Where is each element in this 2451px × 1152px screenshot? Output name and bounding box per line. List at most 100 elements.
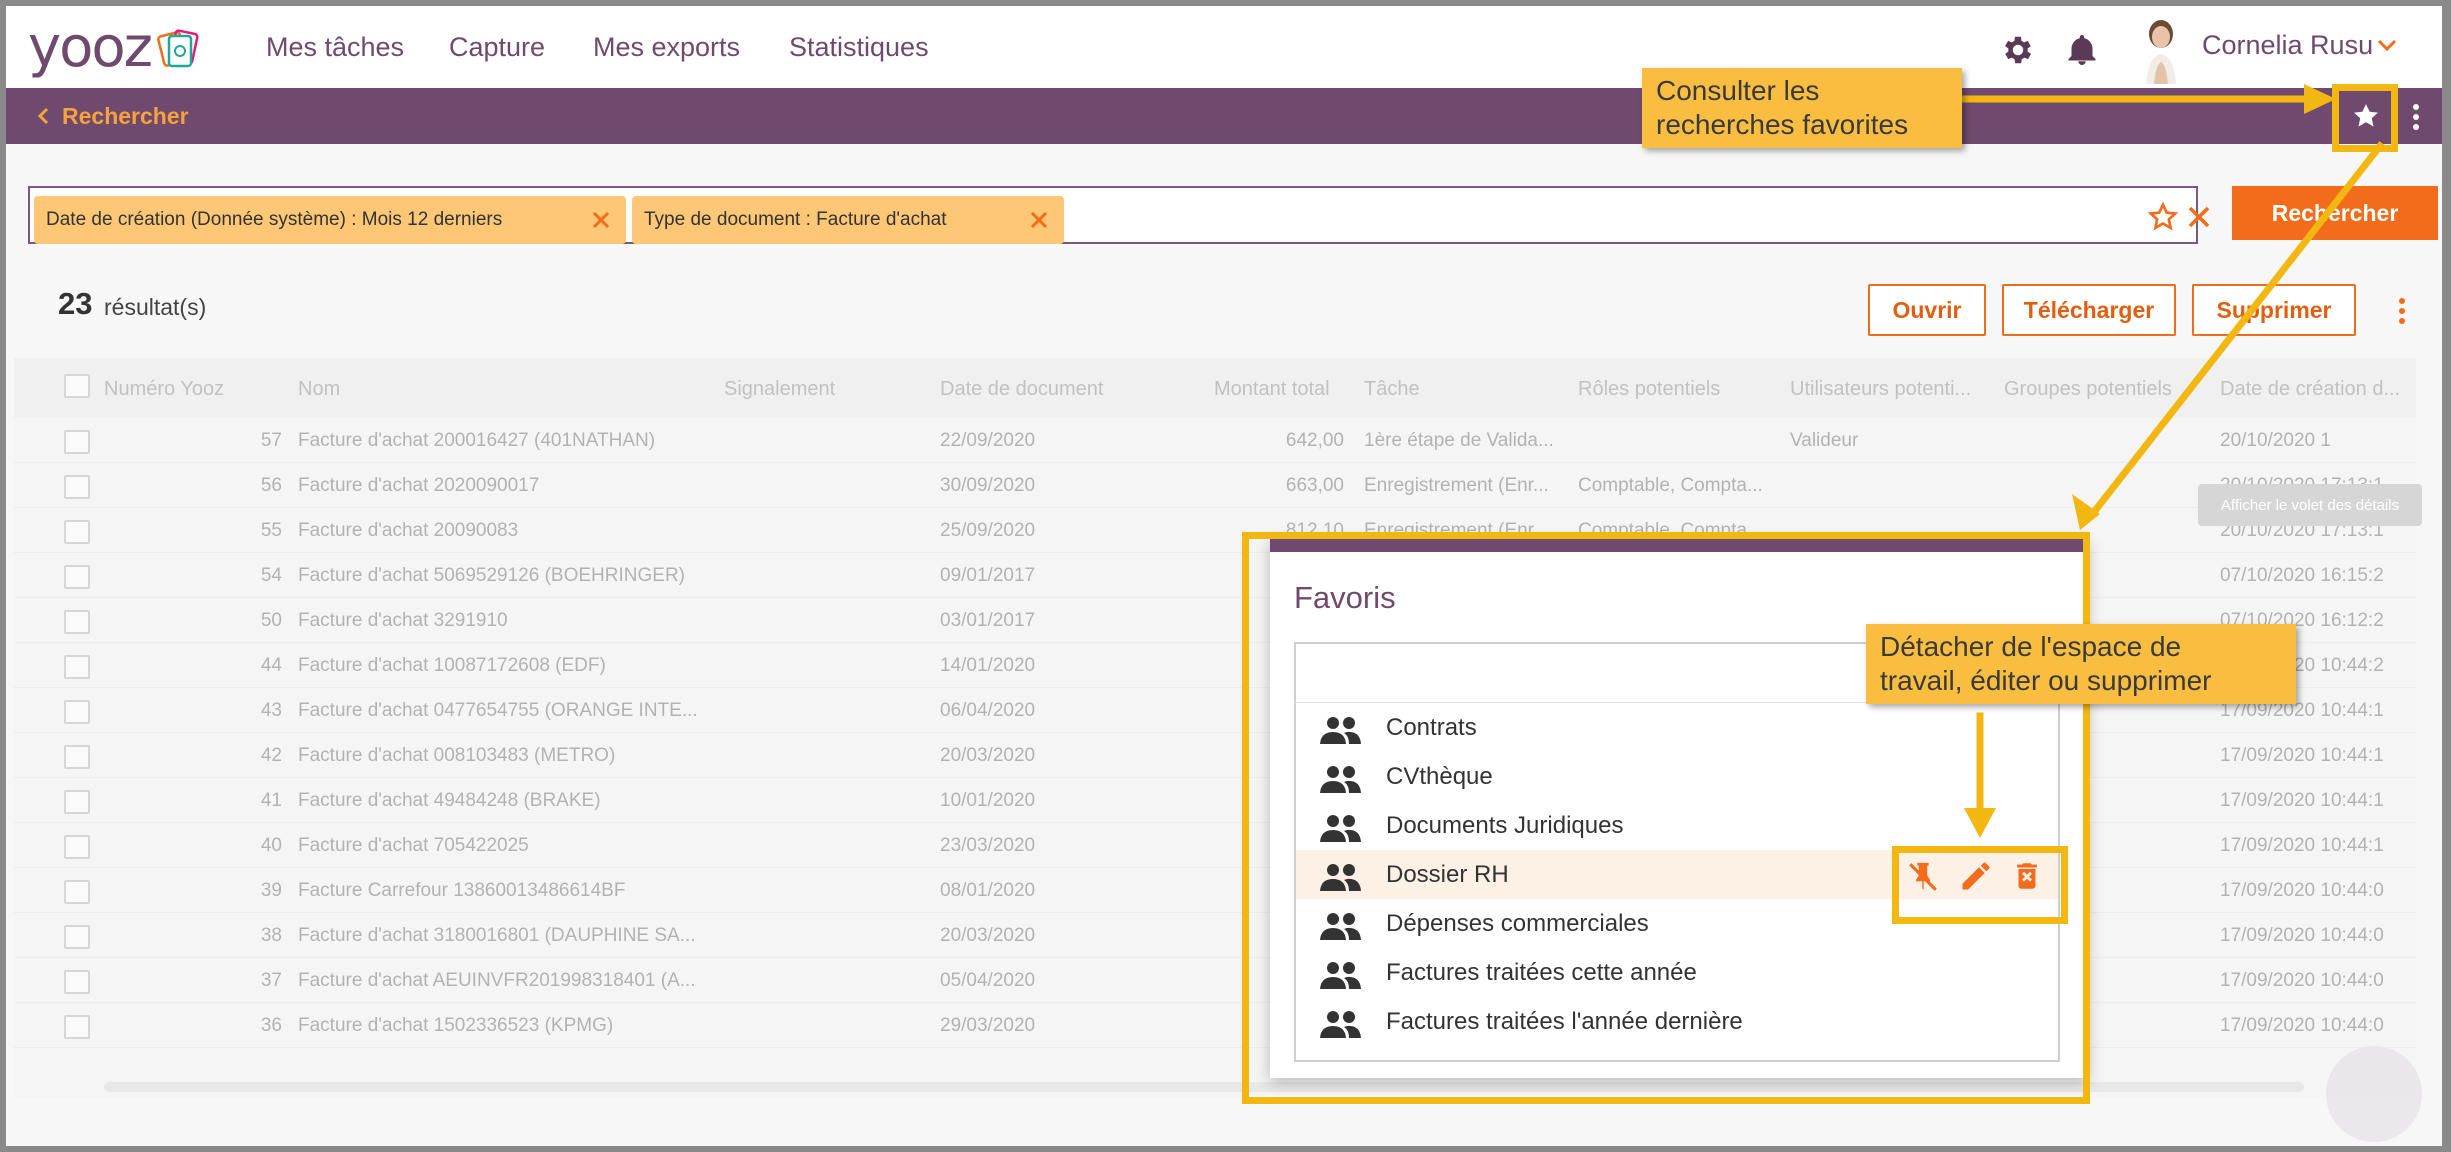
- task-cell: 1ère étape de Valida...: [1364, 430, 1554, 451]
- row-checkbox[interactable]: [64, 1015, 90, 1039]
- row-checkbox[interactable]: [64, 520, 90, 544]
- num-cell: 42: [260, 745, 282, 766]
- col-date-document[interactable]: Date de document: [940, 378, 1103, 401]
- col-montant[interactable]: Montant total: [1214, 378, 1330, 401]
- date-cell: 03/01/2017: [940, 610, 1036, 631]
- nav-capture[interactable]: Capture: [449, 6, 545, 88]
- item-actions-highlight: [1892, 846, 2068, 924]
- row-checkbox[interactable]: [64, 745, 90, 769]
- col-utilisateurs[interactable]: Utilisateurs potenti...: [1790, 378, 1971, 401]
- more-vertical-icon[interactable]: [2396, 296, 2408, 326]
- nav-statistiques[interactable]: Statistiques: [789, 6, 929, 88]
- delete-button[interactable]: Supprimer: [2192, 284, 2356, 336]
- bell-icon[interactable]: [2064, 32, 2100, 68]
- chevron-down-icon[interactable]: [2376, 36, 2398, 54]
- name-cell: Facture d'achat 0477654755 (ORANGE INTE.…: [298, 700, 698, 721]
- star-outline-icon[interactable]: [2146, 201, 2180, 233]
- col-nom[interactable]: Nom: [298, 378, 340, 401]
- table-row[interactable]: 57 Facture d'achat 200016427 (401NATHAN) 2…: [14, 418, 2416, 463]
- date-cell: 08/01/2020: [940, 880, 1036, 901]
- close-icon[interactable]: [590, 209, 612, 231]
- col-tache[interactable]: Tâche: [1364, 378, 1420, 401]
- num-cell: 57: [260, 430, 282, 451]
- num-cell: 40: [260, 835, 282, 856]
- created-cell: 17/09/2020 10:44:0: [2220, 1015, 2384, 1036]
- date-cell: 20/03/2020: [940, 925, 1036, 946]
- name-cell: Facture d'achat 10087172608 (EDF): [298, 655, 606, 676]
- back-label: Rechercher: [62, 102, 189, 129]
- callout-line: travail, éditer ou supprimer: [1880, 665, 2212, 696]
- created-cell: 20/10/2020 1: [2220, 430, 2331, 451]
- table-row[interactable]: 56 Facture d'achat 2020090017 30/09/2020 66…: [14, 463, 2416, 508]
- amount-cell: 663,00: [1285, 475, 1344, 496]
- yooz-logo[interactable]: yooz: [28, 20, 201, 76]
- created-cell: 07/10/2020 16:15:2: [2220, 565, 2384, 586]
- col-roles[interactable]: Rôles potentiels: [1578, 378, 1720, 401]
- top-header: yooz Mes tâches Capture Mes exports Stat…: [6, 6, 2442, 88]
- num-cell: 43: [260, 700, 282, 721]
- gear-icon[interactable]: [2000, 32, 2036, 68]
- date-cell: 10/01/2020: [940, 790, 1036, 811]
- row-checkbox[interactable]: [64, 925, 90, 949]
- row-checkbox[interactable]: [64, 430, 90, 454]
- favorites-button-highlight: [2332, 84, 2398, 152]
- open-button[interactable]: Ouvrir: [1868, 284, 1986, 336]
- filter-chip-type[interactable]: Type de document : Facture d'achat: [632, 196, 1064, 244]
- col-numero[interactable]: Numéro Yooz: [104, 378, 224, 401]
- col-groupes[interactable]: Groupes potentiels: [2004, 378, 2172, 401]
- chat-button[interactable]: [2326, 1046, 2422, 1142]
- favorites-callout: Consulter les recherches favorites: [1642, 68, 1962, 148]
- search-filter-box[interactable]: Date de création (Donnée système) : Mois…: [28, 186, 2210, 244]
- name-cell: Facture d'achat 3291910: [298, 610, 508, 631]
- row-checkbox[interactable]: [64, 655, 90, 679]
- user-name[interactable]: Cornelia Rusu: [2202, 30, 2373, 61]
- row-checkbox[interactable]: [64, 565, 90, 589]
- close-icon[interactable]: [1028, 209, 1050, 231]
- num-cell: 44: [260, 655, 282, 676]
- num-cell: 56: [260, 475, 282, 496]
- row-checkbox[interactable]: [64, 835, 90, 859]
- col-signalement[interactable]: Signalement: [724, 378, 835, 401]
- row-checkbox[interactable]: [64, 880, 90, 904]
- num-cell: 38: [260, 925, 282, 946]
- name-cell: Facture d'achat AEUINVFR201998318401 (A.…: [298, 970, 696, 991]
- results-count-label: résultat(s): [104, 294, 207, 320]
- nav-mes-exports[interactable]: Mes exports: [593, 6, 740, 88]
- num-cell: 41: [260, 790, 282, 811]
- num-cell: 55: [260, 520, 282, 541]
- name-cell: Facture d'achat 2020090017: [298, 475, 540, 496]
- filter-chip-label: Type de document : Facture d'achat: [644, 209, 947, 230]
- favorites-panel-highlight: [1242, 532, 2090, 1104]
- select-all-checkbox[interactable]: [64, 374, 90, 398]
- more-vertical-icon[interactable]: [2410, 102, 2422, 132]
- filter-chip-date[interactable]: Date de création (Donnée système) : Mois…: [34, 196, 626, 244]
- num-cell: 39: [260, 880, 282, 901]
- amount-cell: 642,00: [1285, 430, 1344, 451]
- row-checkbox[interactable]: [64, 700, 90, 724]
- details-panel-tooltip: Afficher le volet des détails: [2198, 484, 2422, 526]
- download-button[interactable]: Télécharger: [2002, 284, 2176, 336]
- num-cell: 50: [260, 610, 282, 631]
- date-cell: 22/09/2020: [940, 430, 1036, 451]
- avatar[interactable]: [2134, 14, 2188, 84]
- date-cell: 20/03/2020: [940, 745, 1036, 766]
- name-cell: Facture d'achat 3180016801 (DAUPHINE SA.…: [298, 925, 696, 946]
- name-cell: Facture d'achat 1502336523 (KPMG): [298, 1015, 614, 1036]
- logo-cards-icon: [157, 29, 199, 68]
- results-count: 23: [58, 286, 93, 321]
- back-to-search-link[interactable]: Rechercher: [36, 88, 189, 144]
- row-checkbox[interactable]: [64, 610, 90, 634]
- search-button[interactable]: Rechercher: [2232, 186, 2438, 240]
- created-cell: 17/09/2020 10:44:1: [2220, 745, 2384, 766]
- name-cell: Facture d'achat 5069529126 (BOEHRINGER): [298, 565, 685, 586]
- row-checkbox[interactable]: [64, 475, 90, 499]
- col-date-creation[interactable]: Date de création d...: [2220, 378, 2400, 401]
- filter-chip-label: Date de création (Donnée système) : Mois…: [46, 209, 503, 230]
- row-checkbox[interactable]: [64, 790, 90, 814]
- name-cell: Facture d'achat 200016427 (401NATHAN): [298, 430, 656, 451]
- clear-icon[interactable]: [2186, 204, 2212, 230]
- users-cell: Valideur: [1790, 430, 1859, 451]
- date-cell: 09/01/2017: [940, 565, 1036, 586]
- nav-mes-taches[interactable]: Mes tâches: [266, 6, 404, 88]
- row-checkbox[interactable]: [64, 970, 90, 994]
